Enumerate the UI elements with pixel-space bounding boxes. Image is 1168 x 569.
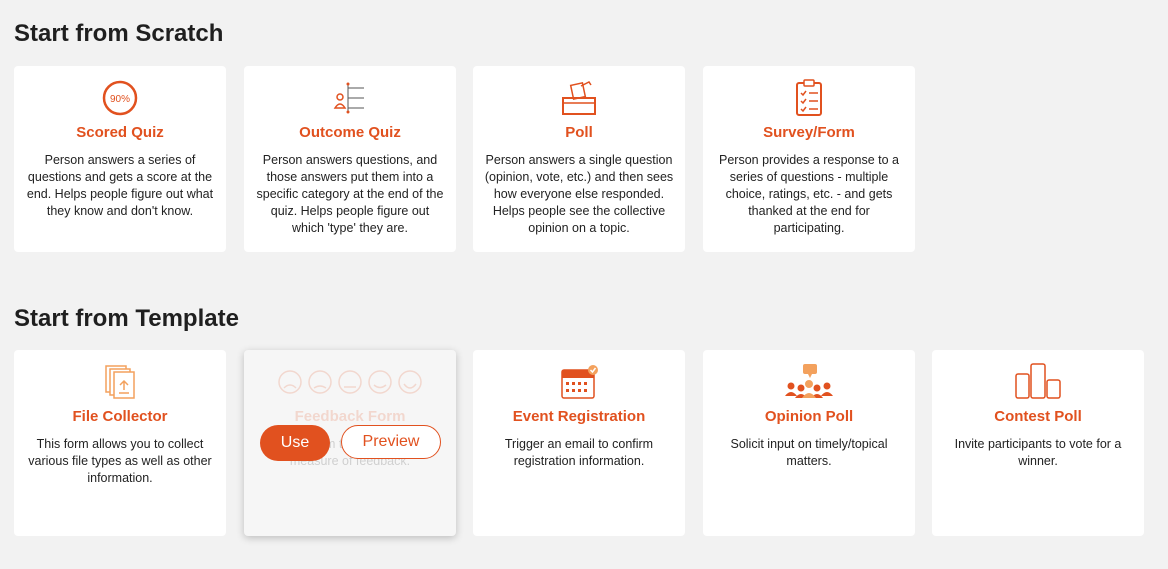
card-event-registration[interactable]: Event Registration Trigger an email to c… — [473, 350, 685, 536]
card-feedback-form[interactable]: Feedback Form Use this form to collect a… — [244, 350, 456, 536]
use-button[interactable]: Use — [260, 425, 330, 461]
ballot-box-icon — [562, 81, 596, 115]
percent-label: 90% — [110, 94, 130, 105]
card-description: Invite participants to vote for a winner… — [954, 437, 1122, 468]
card-description: Person provides a response to a series o… — [719, 153, 899, 235]
group-chat-icon — [785, 364, 833, 398]
card-description: This form allows you to collect various … — [28, 437, 212, 485]
person-branches-icon — [333, 82, 364, 114]
card-title: Outcome Quiz — [299, 124, 401, 141]
rating-faces-icon — [278, 370, 422, 394]
card-outcome-quiz[interactable]: Outcome Quiz Person answers questions, a… — [244, 66, 456, 252]
card-survey-form[interactable]: Survey/Form Person provides a response t… — [703, 66, 915, 252]
percent-circle-icon: 90% — [102, 80, 138, 116]
file-upload-icon — [105, 365, 135, 399]
card-title: Contest Poll — [994, 408, 1082, 425]
card-title: Scored Quiz — [76, 124, 164, 141]
card-title: Opinion Poll — [764, 408, 854, 425]
card-description: Trigger an email to confirm registration… — [504, 437, 654, 468]
card-title: File Collector — [72, 408, 168, 425]
preview-button[interactable]: Preview — [341, 425, 441, 459]
card-file-collector[interactable]: File Collector This form allows you to c… — [14, 350, 226, 536]
card-poll[interactable]: Poll Person answers a single question (o… — [473, 66, 685, 252]
card-description: Solicit input on timely/topical matters. — [730, 437, 888, 468]
card-opinion-poll[interactable]: Opinion Poll Solicit input on timely/top… — [703, 350, 915, 536]
phones-contest-icon — [1015, 363, 1061, 399]
clipboard-checklist-icon — [796, 79, 822, 116]
card-description: Person answers a single question (opinio… — [484, 153, 674, 235]
card-contest-poll[interactable]: Contest Poll Invite participants to vote… — [932, 350, 1144, 536]
card-description: Person answers questions, and those answ… — [256, 153, 444, 235]
section-title-template: Start from Template — [14, 305, 239, 332]
card-scored-quiz[interactable]: 90% Scored Quiz Person answers a series … — [14, 66, 226, 252]
card-title: Feedback Form — [294, 408, 406, 425]
card-title: Poll — [565, 124, 593, 141]
section-title-scratch: Start from Scratch — [14, 20, 224, 47]
card-title: Survey/Form — [763, 124, 855, 141]
card-title: Event Registration — [512, 408, 646, 425]
calendar-check-icon — [561, 365, 598, 399]
card-description: Person answers a series of questions and… — [26, 153, 214, 218]
